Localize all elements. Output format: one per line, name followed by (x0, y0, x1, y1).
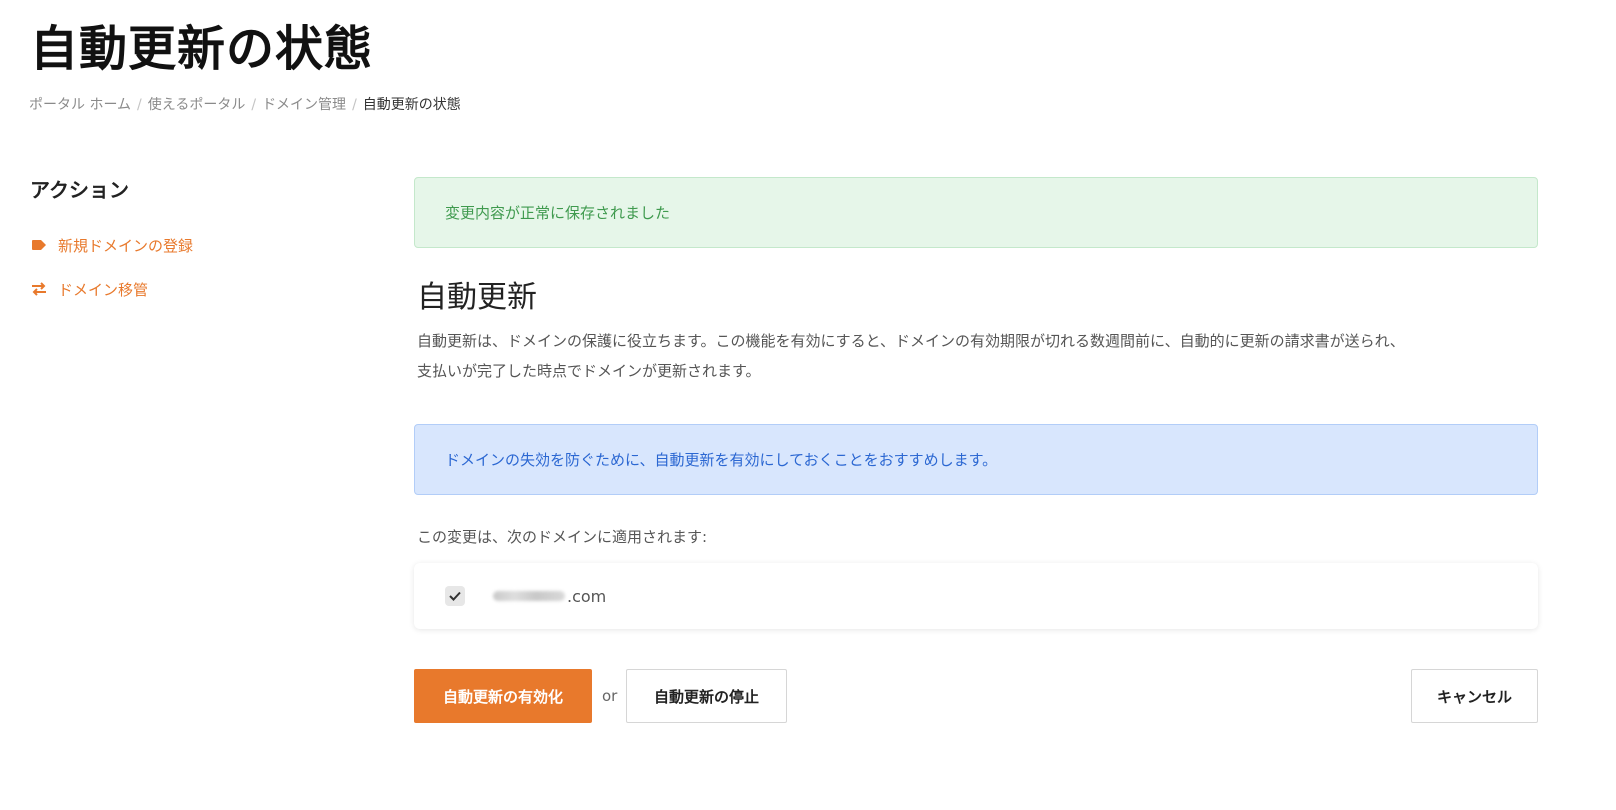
domain-list: .com (414, 563, 1538, 629)
sidebar: アクション 新規ドメインの登録 ドメイン移管 (30, 176, 360, 322)
section-description: 自動更新は、ドメインの保護に役立ちます。この機能を有効にすると、ドメインの有効期… (417, 326, 1532, 386)
sidebar-item-label: ドメイン移管 (58, 280, 149, 299)
info-message: ドメインの失効を防ぐために、自動更新を有効にしておくことをおすすめします。 (445, 451, 998, 469)
breadcrumb-separator: / (137, 97, 142, 113)
sidebar-title: アクション (30, 178, 129, 202)
breadcrumb-item-portal[interactable]: 使えるポータル (148, 97, 246, 113)
description-line-1: 自動更新は、ドメインの保護に役立ちます。この機能を有効にすると、ドメインの有効期… (417, 332, 1405, 350)
breadcrumb-separator: / (352, 97, 357, 113)
section-title: 自動更新 (417, 280, 537, 315)
domain-checkbox[interactable] (445, 586, 465, 606)
disable-auto-renew-button[interactable]: 自動更新の停止 (626, 669, 787, 723)
cancel-button[interactable]: キャンセル (1411, 669, 1538, 723)
breadcrumb-item-domain-management[interactable]: ドメイン管理 (262, 97, 346, 113)
redacted-domain-text (493, 591, 565, 601)
info-alert: ドメインの失効を防ぐために、自動更新を有効にしておくことをおすすめします。 (414, 424, 1538, 495)
apply-label: この変更は、次のドメインに適用されます: (417, 528, 708, 546)
checkmark-icon (449, 591, 461, 601)
breadcrumb-separator: / (251, 97, 257, 113)
exchange-icon (30, 282, 48, 296)
sidebar-item-domain-transfer[interactable]: ドメイン移管 (30, 278, 360, 300)
sidebar-item-register-domain[interactable]: 新規ドメインの登録 (30, 234, 360, 256)
or-text: or (602, 687, 618, 705)
domain-name: .com (493, 587, 606, 606)
success-alert: 変更内容が正常に保存されました (414, 177, 1538, 248)
page-title: 自動更新の状態 (30, 21, 374, 77)
action-bar: 自動更新の有効化 or 自動更新の停止 キャンセル (414, 669, 1538, 723)
tag-icon (30, 238, 48, 252)
sidebar-item-label: 新規ドメインの登録 (58, 236, 194, 255)
success-message: 変更内容が正常に保存されました (445, 204, 671, 222)
breadcrumb-current: 自動更新の状態 (362, 97, 461, 113)
enable-auto-renew-button[interactable]: 自動更新の有効化 (414, 669, 592, 723)
domain-suffix: .com (567, 586, 607, 606)
page: 自動更新の状態 ポータル ホーム / 使えるポータル / ドメイン管理 / 自動更新の状態 … (0, 0, 1616, 810)
breadcrumb: ポータル ホーム / 使えるポータル / ドメイン管理 / 自動更新の状態 (29, 95, 461, 115)
main-content: 変更内容が正常に保存されました 自動更新 自動更新は、ドメインの保護に役立ちます… (414, 177, 1538, 723)
breadcrumb-item-portal-home[interactable]: ポータル ホーム (29, 97, 131, 113)
description-line-2: 支払いが完了した時点でドメインが更新されます。 (417, 362, 761, 380)
